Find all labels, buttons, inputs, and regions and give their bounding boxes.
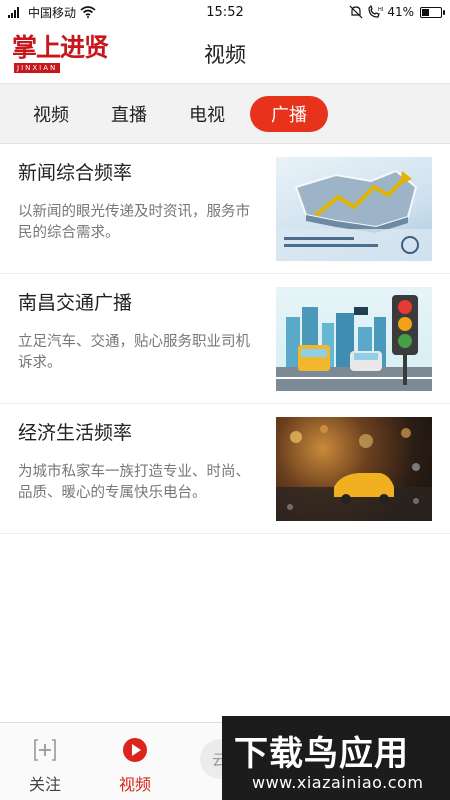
signal-icon bbox=[8, 7, 19, 18]
list-item-title: 经济生活频率 bbox=[18, 422, 133, 444]
nav-follow[interactable]: 关注 bbox=[0, 723, 90, 800]
carrier-label: 中国移动 bbox=[28, 5, 77, 20]
list-item-title: 新闻综合频率 bbox=[18, 162, 133, 184]
thumbnail-news-image[interactable] bbox=[276, 157, 432, 261]
nav-video[interactable]: 视频 bbox=[90, 723, 180, 800]
thumbnail-rainy-city-image[interactable] bbox=[276, 417, 432, 521]
nav-follow-label: 关注 bbox=[28, 775, 61, 794]
category-tabs: 视频 直播 电视 广播 bbox=[0, 84, 450, 144]
logo-subtext: JINXIAN bbox=[14, 62, 61, 73]
play-circle-icon bbox=[123, 738, 147, 762]
battery-level bbox=[422, 8, 429, 16]
wifi-icon bbox=[80, 6, 96, 18]
app-header: 掌上进贤 JINXIAN 视频 bbox=[0, 24, 450, 84]
traffic-city-graphic bbox=[276, 295, 432, 391]
watermark-banner: 下载鸟应用 www.xiazainiao.com bbox=[222, 716, 450, 800]
app-logo[interactable]: 掌上进贤 JINXIAN bbox=[12, 33, 120, 75]
list-item-desc: 立足汽车、交通，贴心服务职业司机诉求。 bbox=[18, 334, 250, 371]
list-item[interactable]: 经济生活频率 为城市私家车一族打造专业、时尚、品质、暖心的专属快乐电台。 bbox=[0, 404, 450, 534]
watermark-title: 下载鸟应用 bbox=[234, 734, 409, 774]
battery-icon bbox=[420, 6, 445, 18]
rainy-street-graphic bbox=[276, 425, 432, 521]
list-item-desc: 以新闻的眼光传递及时资讯，服务市民的综合需求。 bbox=[18, 204, 250, 241]
list-item-text: 经济生活频率 为城市私家车一族打造专业、时尚、品质、暖心的专属快乐电台。 bbox=[18, 418, 254, 533]
status-bar: 中国移动 15:52 HD 41% bbox=[0, 0, 450, 24]
list-item-text: 南昌交通广播 立足汽车、交通，贴心服务职业司机诉求。 bbox=[18, 288, 254, 403]
list-item-desc: 为城市私家车一族打造专业、时尚、品质、暖心的专属快乐电台。 bbox=[18, 464, 250, 501]
tab-live[interactable]: 直播 bbox=[94, 96, 164, 132]
list-item[interactable]: 南昌交通广播 立足汽车、交通，贴心服务职业司机诉求。 bbox=[0, 274, 450, 404]
thumbnail-traffic-image[interactable] bbox=[276, 287, 432, 391]
news-map-graphic bbox=[276, 169, 432, 261]
svg-text:HD: HD bbox=[378, 7, 383, 13]
bell-muted-icon bbox=[349, 5, 363, 19]
list-item[interactable]: 新闻综合频率 以新闻的眼光传递及时资讯，服务市民的综合需求。 bbox=[0, 144, 450, 274]
plus-box-icon bbox=[34, 739, 56, 761]
nav-video-label: 视频 bbox=[118, 775, 151, 794]
logo-text: 掌上进贤 bbox=[12, 32, 109, 62]
channel-list: 新闻综合频率 以新闻的眼光传递及时资讯，服务市民的综合需求。 南昌交通广播 立足… bbox=[0, 144, 450, 534]
tab-tv[interactable]: 电视 bbox=[172, 96, 242, 132]
call-hd-icon: HD bbox=[368, 5, 383, 18]
tab-video[interactable]: 视频 bbox=[16, 96, 86, 132]
watermark-url: www.xiazainiao.com bbox=[252, 773, 424, 792]
battery-percent: 41% bbox=[387, 5, 414, 19]
list-item-title: 南昌交通广播 bbox=[18, 292, 133, 314]
status-left: 中国移动 bbox=[8, 4, 96, 21]
status-right: HD 41% bbox=[349, 5, 445, 19]
list-item-text: 新闻综合频率 以新闻的眼光传递及时资讯，服务市民的综合需求。 bbox=[18, 158, 254, 273]
tab-radio[interactable]: 广播 bbox=[250, 95, 328, 132]
